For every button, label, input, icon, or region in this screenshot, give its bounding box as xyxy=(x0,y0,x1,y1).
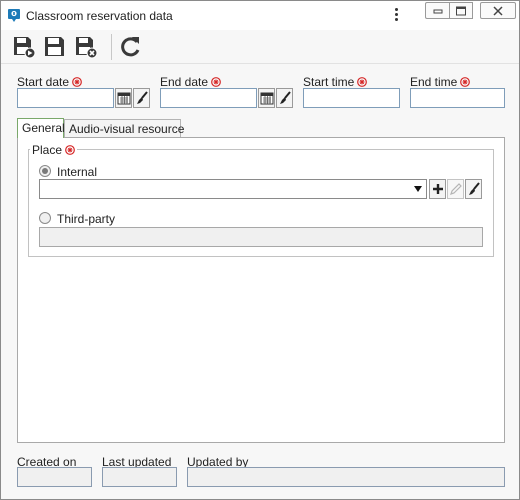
plus-icon xyxy=(433,184,443,194)
save-icon xyxy=(45,37,64,56)
maximize-icon xyxy=(456,6,466,15)
internal-label: Internal xyxy=(57,165,98,179)
required-icon xyxy=(65,145,75,155)
required-icon xyxy=(72,77,82,87)
broom-icon xyxy=(280,91,291,104)
last-updated-field xyxy=(102,467,177,487)
maximize-button[interactable] xyxy=(449,2,473,19)
close-button[interactable] xyxy=(480,2,516,19)
internal-radio[interactable] xyxy=(39,165,51,177)
edit-place-button[interactable] xyxy=(447,179,464,199)
broom-icon xyxy=(137,91,148,104)
calendar-icon xyxy=(260,92,274,105)
minimize-icon xyxy=(433,9,442,13)
end-time-field[interactable] xyxy=(410,88,505,108)
refresh-button[interactable] xyxy=(118,34,144,60)
save-close-icon xyxy=(76,37,98,59)
created-on-field xyxy=(17,467,92,487)
end-date-field[interactable] xyxy=(160,88,257,108)
pencil-icon xyxy=(450,183,462,195)
end-date-clear-button[interactable] xyxy=(276,88,293,108)
clear-place-button[interactable] xyxy=(465,179,482,199)
app-icon xyxy=(8,9,20,22)
end-date-label: End date xyxy=(160,75,221,89)
add-place-button[interactable] xyxy=(429,179,446,199)
chevron-down-icon xyxy=(414,186,422,192)
tab-general[interactable]: General xyxy=(17,118,65,138)
toolbar xyxy=(1,30,519,64)
required-icon xyxy=(357,77,368,87)
close-icon xyxy=(493,5,503,16)
end-date-calendar-button[interactable] xyxy=(258,88,275,108)
third-party-field xyxy=(39,227,483,247)
toolbar-separator xyxy=(111,34,112,60)
refresh-icon xyxy=(121,37,140,57)
internal-place-select[interactable] xyxy=(39,179,427,199)
save-and-new-button[interactable] xyxy=(11,34,37,60)
start-date-clear-button[interactable] xyxy=(133,88,150,108)
place-legend: Place xyxy=(30,143,78,157)
required-icon xyxy=(211,77,221,87)
start-time-label: Start time xyxy=(303,75,368,89)
title-bar[interactable]: Classroom reservation data xyxy=(1,1,519,30)
updated-by-field xyxy=(187,467,505,487)
more-options-icon[interactable] xyxy=(391,7,401,23)
broom-icon xyxy=(469,182,480,195)
save-new-icon xyxy=(14,37,36,59)
calendar-icon xyxy=(117,92,131,105)
required-icon xyxy=(460,77,471,87)
window-title: Classroom reservation data xyxy=(26,9,173,23)
dialog-window: Classroom reservation data Start date En… xyxy=(0,0,520,500)
start-date-field[interactable] xyxy=(17,88,114,108)
start-time-field[interactable] xyxy=(303,88,400,108)
start-date-label: Start date xyxy=(17,75,82,89)
third-party-label: Third-party xyxy=(57,212,116,226)
end-time-label: End time xyxy=(410,75,471,89)
third-party-radio[interactable] xyxy=(39,212,51,224)
minimize-button[interactable] xyxy=(425,2,449,19)
start-date-calendar-button[interactable] xyxy=(115,88,132,108)
tab-audio-visual-resource[interactable]: Audio-visual resource xyxy=(64,119,184,137)
save-button[interactable] xyxy=(42,34,68,60)
save-and-close-button[interactable] xyxy=(73,34,99,60)
